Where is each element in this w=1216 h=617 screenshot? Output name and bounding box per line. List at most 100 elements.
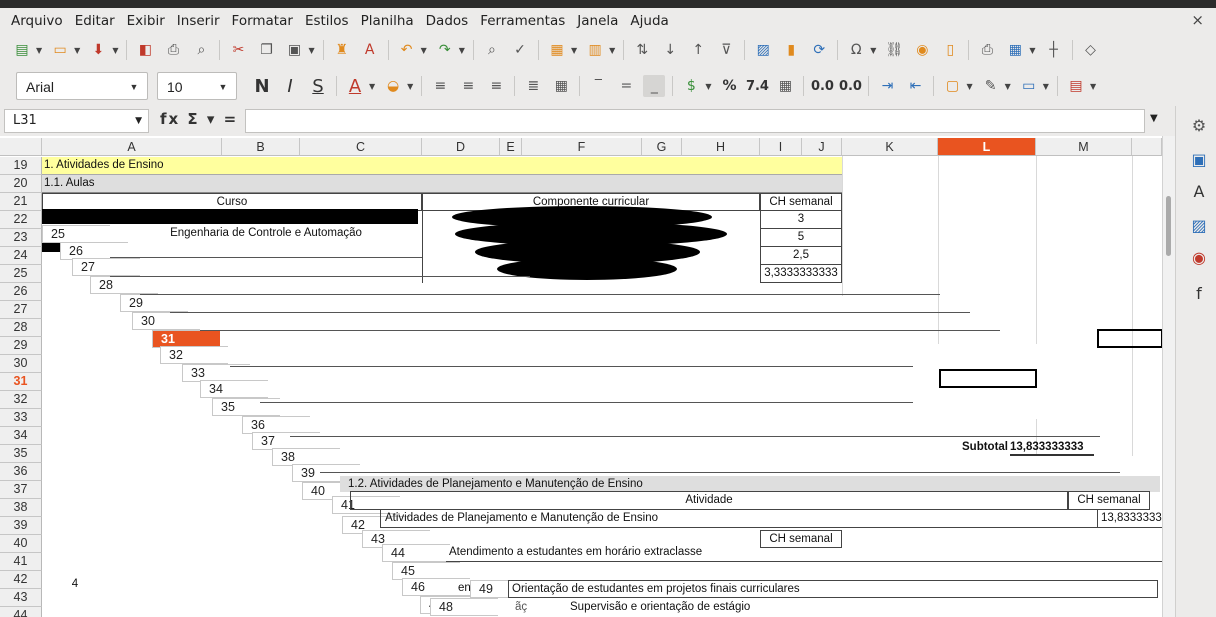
column-header-m[interactable]: M: [1036, 138, 1132, 156]
underline-button[interactable]: S: [307, 75, 329, 97]
find-replace-icon[interactable]: ⌕: [481, 39, 503, 61]
menu-inserir[interactable]: Inserir: [177, 13, 220, 29]
row-header-44[interactable]: 44: [0, 607, 42, 617]
header-ch-semanal[interactable]: CH semanal: [760, 193, 842, 211]
export-pdf-icon[interactable]: ◧: [134, 39, 156, 61]
align-left-icon[interactable]: ≡: [429, 75, 451, 97]
column-header-f[interactable]: F: [522, 138, 642, 156]
subtotal-value[interactable]: 13,833333333: [1010, 439, 1094, 456]
row-header-21[interactable]: 21: [0, 193, 42, 211]
column-header-i[interactable]: I: [760, 138, 802, 156]
row-header-37[interactable]: 37: [0, 481, 42, 499]
sidebar-functions-icon[interactable]: f: [1188, 282, 1210, 304]
split-window-icon[interactable]: ┼: [1043, 39, 1065, 61]
cell-val4[interactable]: 4: [44, 576, 106, 594]
row-header-38[interactable]: 38: [0, 499, 42, 517]
row-header-42[interactable]: 42: [0, 571, 42, 589]
subtotal-label[interactable]: Subtotal: [930, 439, 1010, 456]
row-header-23[interactable]: 23: [0, 229, 42, 247]
spreadsheet-grid[interactable]: A B C D E F G H I J K L M 19 20 21 22 23 24 25…: [0, 136, 1162, 617]
vertical-scrollbar[interactable]: [1162, 136, 1175, 617]
show-draw-functions-icon[interactable]: ◇: [1080, 39, 1102, 61]
freeze-rows-icon[interactable]: ▦: [1004, 39, 1026, 61]
row-header-33[interactable]: 33: [0, 409, 42, 427]
cell-curso-23[interactable]: Engenharia de Controle e Automação: [110, 225, 422, 243]
column-header-c[interactable]: C: [300, 138, 422, 156]
special-character-icon[interactable]: Ω: [845, 39, 867, 61]
column-header-l[interactable]: L: [938, 138, 1036, 156]
column-header-n[interactable]: [1132, 138, 1162, 156]
scrollbar-thumb[interactable]: [1166, 196, 1171, 256]
cell-a19[interactable]: 1. Atividades de Ensino: [42, 157, 842, 175]
autofilter-icon[interactable]: ⊽: [715, 39, 737, 61]
borders-icon[interactable]: ▢: [941, 75, 963, 97]
row-header-20[interactable]: 20: [0, 175, 42, 193]
menu-estilos[interactable]: Estilos: [305, 13, 349, 29]
clone-formatting-icon[interactable]: ♜: [331, 39, 353, 61]
menu-janela[interactable]: Janela: [577, 13, 618, 29]
font-name-dropdown-icon[interactable]: ▼: [121, 73, 147, 99]
border-color-icon[interactable]: ▭: [1018, 75, 1040, 97]
cell-a20[interactable]: 1.1. Aulas: [42, 175, 842, 193]
wrap-text-icon[interactable]: ≣: [522, 75, 544, 97]
cell-i24[interactable]: 2,5: [760, 247, 842, 265]
sort-descending-icon[interactable]: ↑: [687, 39, 709, 61]
row-header-32[interactable]: 32: [0, 391, 42, 409]
menu-dados[interactable]: Dados: [426, 13, 469, 29]
italic-button[interactable]: I: [279, 75, 301, 97]
row-header-22[interactable]: 22: [0, 211, 42, 229]
cell-i22[interactable]: 3: [760, 211, 842, 229]
insert-chart-icon[interactable]: ▮: [780, 39, 802, 61]
row-header-30[interactable]: 30: [0, 355, 42, 373]
delete-decimal-button[interactable]: 0.0: [839, 75, 862, 97]
clear-formatting-icon[interactable]: A: [359, 39, 381, 61]
add-decimal-button[interactable]: 0.0: [811, 75, 834, 97]
align-bottom-icon[interactable]: _: [643, 75, 666, 97]
column-header-j[interactable]: J: [802, 138, 842, 156]
row-icon[interactable]: ▦: [546, 39, 568, 61]
sidebar-properties-icon[interactable]: ▣: [1188, 148, 1210, 170]
sidebar-styles-icon[interactable]: A: [1188, 180, 1210, 202]
name-box[interactable]: L31 ▼: [4, 109, 149, 133]
redo-icon[interactable]: ↷: [434, 39, 456, 61]
select-all-corner[interactable]: [0, 138, 42, 156]
name-box-dropdown-icon[interactable]: ▼: [135, 110, 142, 132]
row-header-34[interactable]: 34: [0, 427, 42, 445]
row-header-41[interactable]: 41: [0, 553, 42, 571]
row-header-24[interactable]: 24: [0, 247, 42, 265]
column-header-e[interactable]: E: [500, 138, 522, 156]
cell-cursor-l31[interactable]: [939, 369, 1037, 388]
align-middle-icon[interactable]: =: [615, 75, 637, 97]
font-size-box[interactable]: 10 ▼: [157, 72, 237, 100]
align-top-icon[interactable]: ‾: [587, 75, 609, 97]
column-header-k[interactable]: K: [842, 138, 938, 156]
expand-formula-bar-icon[interactable]: ▼: [1150, 113, 1158, 124]
currency-format-icon[interactable]: $: [680, 75, 702, 97]
pivot-table-icon[interactable]: ⟳: [808, 39, 830, 61]
hyperlink-icon[interactable]: ⛓: [883, 39, 905, 61]
border-style-icon[interactable]: ✎: [980, 75, 1002, 97]
copy-icon[interactable]: ❐: [255, 39, 277, 61]
decrease-indent-icon[interactable]: ⇤: [904, 75, 926, 97]
align-right-icon[interactable]: ≡: [485, 75, 507, 97]
define-print-area-icon[interactable]: ⎙: [976, 39, 998, 61]
cell-atendimento[interactable]: Atendimento a estudantes em horário extr…: [446, 544, 1162, 562]
row-header-19[interactable]: 19: [0, 157, 42, 175]
new-document-icon[interactable]: ▤: [11, 39, 33, 61]
menu-exibir[interactable]: Exibir: [127, 13, 165, 29]
conditional-format-icon[interactable]: ▤: [1065, 75, 1087, 97]
cell-orientacao[interactable]: Orientação de estudantes em projetos fin…: [508, 580, 1158, 598]
sidebar-gallery-icon[interactable]: ▨: [1188, 214, 1210, 236]
percent-format-button[interactable]: %: [718, 75, 740, 97]
column-header-a[interactable]: A: [42, 138, 222, 156]
font-color-icon[interactable]: A: [344, 75, 366, 97]
sort-ascending-icon[interactable]: ↓: [659, 39, 681, 61]
column-header-b[interactable]: B: [222, 138, 300, 156]
date-format-icon[interactable]: ▦: [774, 75, 796, 97]
close-document-icon[interactable]: ×: [1191, 11, 1204, 29]
highlight-color-icon[interactable]: ◒: [382, 75, 404, 97]
menu-editar[interactable]: Editar: [75, 13, 115, 29]
sidebar-settings-icon[interactable]: ⚙: [1188, 114, 1210, 136]
font-name-box[interactable]: Arial ▼: [16, 72, 148, 100]
sidebar-navigator-icon[interactable]: ◉: [1188, 246, 1210, 268]
